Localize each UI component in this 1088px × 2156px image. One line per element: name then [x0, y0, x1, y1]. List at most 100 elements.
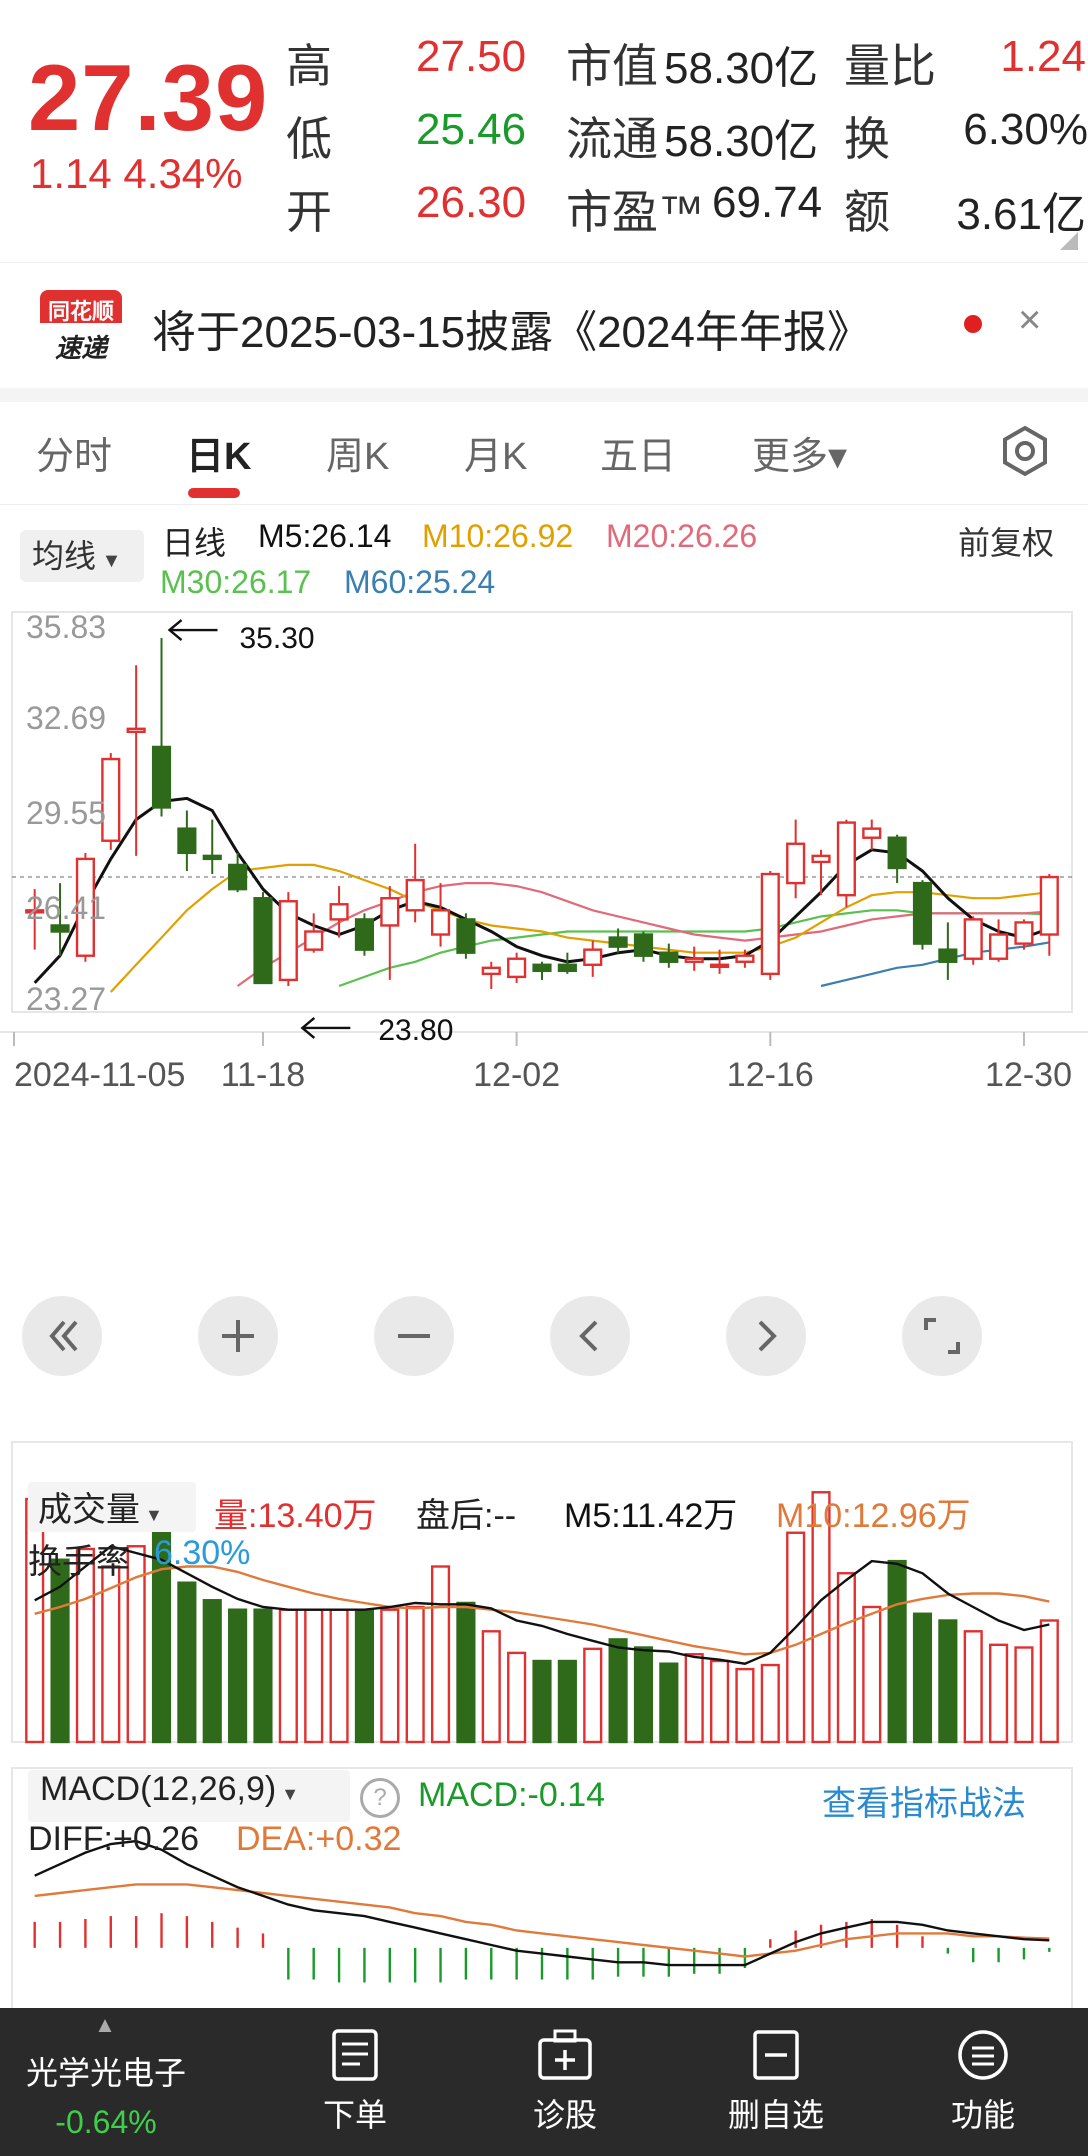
candle-down: [887, 836, 907, 870]
diagnose-label: 诊股: [532, 2097, 597, 2133]
candle-up: [963, 918, 983, 960]
volume-bar-down: [912, 1612, 933, 1744]
volume-bar-up: [1014, 1646, 1034, 1744]
volume-bar-down: [608, 1638, 628, 1744]
x-axis-label: 12-16: [727, 1056, 814, 1094]
volume-bar-up: [430, 1565, 451, 1744]
high-annotation: 35.30: [240, 622, 315, 655]
adjust-button[interactable]: 前复权: [958, 518, 1054, 564]
volume-bar-down: [659, 1662, 679, 1744]
volume-bar-up: [507, 1651, 527, 1744]
macd-select[interactable]: MACD(12,26,9) ▼: [28, 1770, 350, 1822]
low-value: 25.46: [416, 105, 527, 154]
low-annotation: 23.80: [378, 1014, 453, 1047]
open-label: 开: [286, 186, 332, 238]
candle-up: [430, 909, 451, 936]
notice-text[interactable]: 将于2025-03-15披露《2024年年报》: [152, 296, 871, 360]
news-logo: 同花顺 速递: [40, 290, 122, 363]
prev-button[interactable]: [550, 1296, 630, 1376]
candle-down: [532, 963, 552, 973]
pe-value: 69.74: [712, 178, 823, 227]
fullscreen-button[interactable]: [902, 1296, 982, 1376]
tab-more[interactable]: 更多▾: [752, 425, 847, 480]
related-sector-name[interactable]: 光学光电子: [16, 2048, 196, 2094]
chevron-left-icon: [579, 1320, 598, 1352]
document-icon: [332, 2029, 378, 2081]
last-price: 27.39: [28, 45, 269, 150]
volume-bar-up: [380, 1608, 400, 1744]
candle-up: [380, 897, 400, 927]
candle-down: [202, 854, 222, 861]
volume-bar-up: [304, 1608, 324, 1744]
order-button[interactable]: 下单: [300, 2028, 410, 2136]
diagnose-button[interactable]: 诊股: [510, 2028, 620, 2136]
period-label: 日线: [162, 525, 227, 561]
market-cap-label: 市值: [566, 40, 658, 92]
y-axis-tick-label: 35.83: [26, 609, 106, 645]
double-chevron-left-icon: [49, 1320, 78, 1352]
candle-down: [177, 827, 197, 855]
chevron-up-icon[interactable]: ▲: [20, 2012, 190, 2038]
volume-ratio-label: 量比: [844, 40, 936, 92]
pe-label: 市盈™: [566, 186, 704, 238]
divider: [0, 504, 1088, 505]
volume-bar-down: [633, 1646, 654, 1744]
close-icon[interactable]: ×: [1018, 298, 1041, 343]
turnover-label: 换: [844, 113, 890, 165]
indicator-select[interactable]: 均线 ▼: [20, 530, 144, 582]
zoom-in-button[interactable]: [198, 1296, 278, 1376]
candle-up: [1039, 875, 1059, 936]
bottom-toolbar: ▲ 光学光电子 -0.64% 下单 诊股 删自选 功能: [0, 2008, 1088, 2156]
function-button[interactable]: 功能: [928, 2028, 1038, 2136]
next-button[interactable]: [726, 1296, 806, 1376]
volume-bar-up: [735, 1667, 755, 1744]
ma60-line: [820, 941, 1050, 988]
tab-monthly-k[interactable]: 月K: [464, 425, 527, 480]
settings-icon[interactable]: [998, 424, 1052, 483]
volume-select[interactable]: 成交量 ▼: [28, 1482, 196, 1532]
candle-down: [938, 948, 958, 963]
expand-corner-icon[interactable]: [1060, 232, 1078, 250]
tab-weekly-k[interactable]: 周K: [326, 425, 389, 480]
volume-bar-down: [456, 1601, 476, 1744]
candle-down: [456, 918, 476, 954]
price-change: 1.14 4.34%: [30, 150, 243, 197]
rewind-button[interactable]: [22, 1296, 102, 1376]
candle-up: [760, 872, 780, 976]
volume-bar-up: [329, 1608, 349, 1744]
candle-down: [253, 897, 273, 985]
indicator-strategy-link[interactable]: 查看指标战法: [822, 1776, 1026, 1825]
related-sector-change: -0.64%: [55, 2104, 157, 2140]
candle-up: [481, 966, 501, 976]
x-axis-label: 12-02: [473, 1056, 560, 1094]
volume-value: 量:13.40万: [214, 1497, 377, 1535]
volume-bar-up: [101, 1565, 121, 1744]
volume-bar-down: [177, 1581, 197, 1744]
volume-bar-down: [354, 1608, 375, 1744]
volume-bar-down: [228, 1608, 248, 1744]
tab-five-day[interactable]: 五日: [600, 425, 676, 480]
dea-value: DEA:+0.32: [236, 1820, 402, 1858]
medical-kit-icon: [538, 2029, 592, 2080]
candle-down: [50, 924, 70, 933]
volume-bar-down: [253, 1608, 273, 1744]
turnover-rate-label: 换手率: [28, 1543, 130, 1581]
candle-up: [507, 957, 527, 979]
float-cap-label: 流通: [566, 113, 658, 165]
chevron-down-icon: ▼: [276, 1784, 300, 1804]
candle-down: [151, 745, 172, 809]
candle-up: [583, 948, 603, 966]
after-hours-value: 盘后:--: [416, 1497, 517, 1535]
volume-bar-up: [405, 1605, 425, 1744]
remove-watchlist-button[interactable]: 删自选: [716, 2028, 836, 2136]
active-tab-indicator: [188, 488, 240, 498]
tab-intraday[interactable]: 分时: [36, 425, 112, 480]
high-label: 高: [286, 40, 332, 92]
zoom-out-button[interactable]: [374, 1296, 454, 1376]
tab-daily-k[interactable]: 日K: [186, 425, 251, 480]
volume-ma10: M10:12.96万: [776, 1497, 971, 1535]
candle-down: [659, 951, 679, 963]
help-icon[interactable]: ?: [360, 1778, 400, 1818]
ma10-line: [109, 863, 1050, 993]
candle-up: [786, 842, 806, 885]
